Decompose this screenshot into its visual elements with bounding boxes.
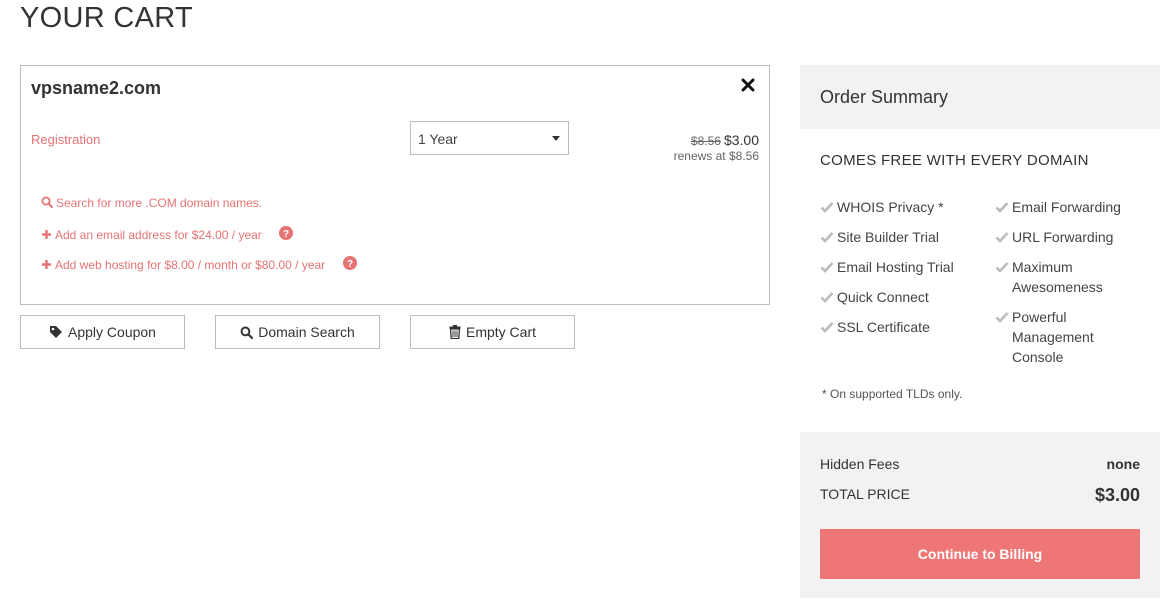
feature-item: Email Forwarding [995,197,1145,217]
check-icon [995,312,1009,323]
term-select[interactable]: 1 Year [410,121,569,155]
chevron-down-icon [552,136,560,141]
apply-coupon-button[interactable]: Apply Coupon [20,315,185,349]
close-icon [741,78,755,92]
check-icon [820,232,834,243]
plus-icon [42,230,51,239]
total-price-label: TOTAL PRICE [820,486,910,502]
check-icon [995,202,1009,213]
svg-text:?: ? [283,229,289,240]
empty-cart-label: Empty Cart [465,324,536,340]
feature-item: Email Hosting Trial [820,257,980,277]
domain-search-label: Domain Search [258,324,355,340]
feature-item: Maximum Awesomeness [995,257,1120,297]
feature-item: Quick Connect [820,287,980,307]
apply-coupon-label: Apply Coupon [68,324,156,340]
help-icon[interactable]: ? [279,226,294,240]
domain-search-button[interactable]: Domain Search [215,315,380,349]
feature-item: Site Builder Trial [820,227,980,247]
check-icon [820,322,834,333]
hidden-fees-label: Hidden Fees [820,456,900,472]
feature-item: WHOIS Privacy * [820,197,980,217]
add-hosting-link[interactable]: Add web hosting for $8.00 / month or $80… [41,256,360,272]
feature-item: URL Forwarding [995,227,1145,247]
tag-icon [50,326,63,338]
total-price-value: $3.00 [1094,485,1140,505]
term-selected-value: 1 Year [418,131,458,147]
add-email-text: Add an email address for $24.00 / year [55,228,262,242]
search-more-link[interactable]: Search for more .COM domain names. [41,196,262,210]
trash-icon [449,325,461,339]
hidden-fees-value: none [1106,456,1140,472]
tld-footnote: * On supported TLDs only. [822,387,963,401]
feature-item: SSL Certificate [820,317,980,337]
renewal-price: renews at $8.56 [673,149,759,163]
add-email-link[interactable]: Add an email address for $24.00 / year ? [41,226,296,242]
current-price: $3.00 [723,132,759,148]
price-block: $8.56 $3.00 renews at $8.56 [674,132,759,163]
add-hosting-text: Add web hosting for $8.00 / month or $80… [55,258,326,272]
remove-item-button[interactable] [741,74,759,96]
check-icon [820,262,834,273]
domain-name: vpsname2.com [31,78,162,98]
totals-panel: Hidden Fees none TOTAL PRICE $3.00 Conti… [800,432,1160,598]
search-more-text: Search for more .COM domain names. [56,196,263,210]
search-icon [240,326,254,339]
order-summary-title: Order Summary [820,87,949,107]
plus-icon [42,260,51,269]
search-icon [41,196,53,208]
order-summary-header: Order Summary [800,65,1160,129]
empty-cart-button[interactable]: Empty Cart [410,315,575,349]
check-icon [995,262,1009,273]
registration-label: Registration [31,132,101,147]
check-icon [820,292,834,303]
free-features-title: COMES FREE WITH EVERY DOMAIN [820,152,1089,169]
feature-item: Powerful Management Console [995,307,1115,367]
old-price: $8.56 [690,134,721,148]
help-icon[interactable]: ? [342,256,357,270]
check-icon [820,202,834,213]
page-title: YOUR CART [20,2,193,34]
cart-item: vpsname2.com Registration 1 Year $8.56 $3… [20,65,770,305]
check-icon [995,232,1009,243]
continue-to-billing-button[interactable]: Continue to Billing [820,529,1140,579]
svg-text:?: ? [346,259,352,270]
free-features-panel: COMES FREE WITH EVERY DOMAIN WHOIS Priva… [800,129,1160,432]
